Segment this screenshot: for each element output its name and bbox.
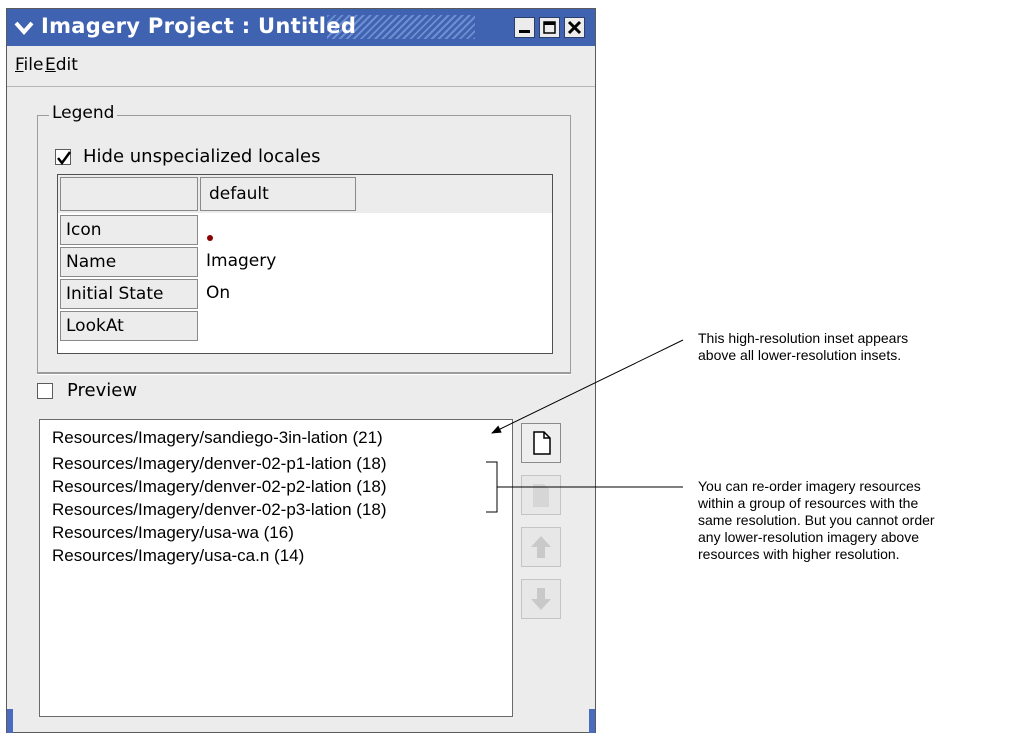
hide-unspecialized-checkbox[interactable] [55, 149, 72, 166]
arrow-up-icon [531, 536, 551, 558]
menu-file[interactable]: File [15, 55, 43, 75]
window-frame-right-edge [589, 709, 595, 733]
list-item[interactable]: Resources/Imagery/usa-wa (16) [52, 523, 294, 543]
new-resource-button[interactable] [521, 423, 561, 463]
row-header-name[interactable]: Name [60, 247, 198, 277]
title-bar[interactable]: Imagery Project : Untitled [7, 9, 595, 46]
section-divider [37, 373, 571, 375]
column-header-default[interactable]: default [200, 177, 356, 211]
imagery-project-window: Imagery Project : Untitled File Edit Leg… [6, 8, 596, 733]
minimize-icon [519, 30, 530, 33]
menu-file-mnemonic: F [15, 55, 24, 75]
menu-edit-mnemonic: E [45, 55, 56, 75]
checkmark-icon [57, 151, 72, 166]
callout-text-line: same resolution. But you cannot order [698, 512, 935, 528]
hide-unspecialized-label: Hide unspecialized locales [83, 146, 321, 167]
row-header-lookat[interactable]: LookAt [60, 311, 198, 341]
window-title: Imagery Project : Untitled [41, 14, 357, 38]
close-icon [567, 20, 582, 35]
callout-text-line: resources with higher resolution. [698, 546, 900, 562]
callout-text-line: any lower-resolution imagery above [698, 529, 919, 545]
callout-text-line: You can re-order imagery resources [698, 478, 921, 494]
list-item[interactable]: Resources/Imagery/denver-02-p2-lation (1… [52, 477, 387, 497]
list-item[interactable]: Resources/Imagery/denver-02-p1-lation (1… [52, 454, 387, 474]
callout-text-line: above all lower-resolution insets. [698, 347, 902, 363]
maximize-button[interactable] [539, 17, 560, 38]
maximize-icon [543, 21, 556, 34]
new-document-icon [533, 431, 551, 455]
menu-file-label: ile [23, 55, 44, 75]
window-frame-left-edge [7, 709, 13, 733]
legend-group-title: Legend [49, 103, 118, 123]
move-down-button[interactable] [521, 579, 561, 619]
dark-red-dot-icon[interactable] [207, 235, 213, 241]
menu-edit[interactable]: Edit [45, 55, 78, 75]
minimize-button[interactable] [514, 17, 535, 38]
corner-header-cell [60, 177, 198, 211]
list-item[interactable]: Resources/Imagery/sandiego-3in-lation (2… [52, 428, 383, 448]
high-res-callout: This high-resolution inset appears above… [698, 330, 908, 364]
document-icon [533, 484, 549, 507]
reorder-callout: You can re-order imagery resources withi… [698, 478, 935, 563]
column-header-label: default [209, 184, 269, 204]
row-header-initial-state[interactable]: Initial State [60, 279, 198, 309]
move-up-button[interactable] [521, 527, 561, 567]
row-value-initial-state[interactable]: On [206, 283, 230, 303]
row-value-name[interactable]: Imagery [206, 251, 276, 271]
callout-text-line: within a group of resources with the [698, 495, 919, 511]
legend-property-table: default Icon Name Imagery Initial State … [57, 174, 553, 354]
preview-label: Preview [67, 380, 138, 401]
menu-bar: File Edit [7, 46, 595, 87]
arrow-down-icon [531, 588, 551, 610]
list-item[interactable]: Resources/Imagery/usa-ca.n (14) [52, 546, 304, 566]
row-header-icon[interactable]: Icon [60, 215, 198, 245]
remove-resource-button[interactable] [521, 475, 561, 515]
menu-edit-label: dit [55, 55, 78, 75]
close-button[interactable] [564, 17, 585, 38]
list-item[interactable]: Resources/Imagery/denver-02-p3-lation (1… [52, 500, 387, 520]
callout-text-line: This high-resolution inset appears [698, 330, 909, 346]
imagery-resources-list[interactable]: Resources/Imagery/sandiego-3in-lation (2… [39, 419, 513, 717]
preview-checkbox[interactable] [37, 383, 53, 399]
window-menu-chevron-icon[interactable] [13, 18, 35, 38]
